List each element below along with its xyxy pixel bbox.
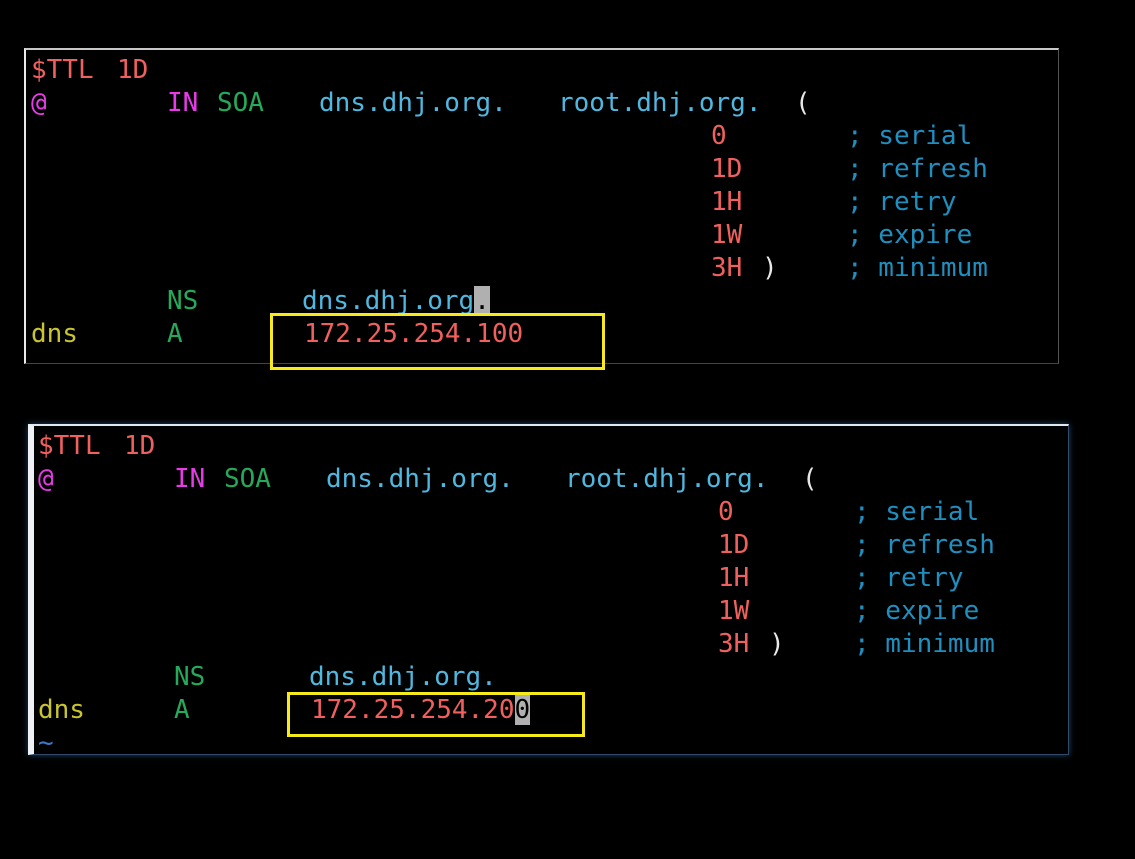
- timer-line: 0 ; serial: [26, 120, 972, 153]
- terminal-window-bottom[interactable]: $TTL 1D @ IN SOA dns.dhj.org. root.dhj.o…: [28, 424, 1069, 758]
- timer-comment: ; retry: [854, 563, 964, 593]
- timer-comment: ; retry: [847, 187, 957, 217]
- ttl-directive: $TTL: [38, 431, 101, 461]
- soa-line: @ IN SOA dns.dhj.org. root.dhj.org. (: [26, 87, 811, 120]
- timer-comment: ; refresh: [854, 530, 995, 560]
- soa-type: SOA: [224, 464, 271, 494]
- timer-comment: ; minimum: [847, 253, 988, 283]
- soa-line: @ IN SOA dns.dhj.org. root.dhj.org. (: [34, 463, 818, 496]
- ip-highlight-box: [287, 692, 585, 737]
- ttl-directive: $TTL: [31, 55, 94, 85]
- soa-type: SOA: [217, 88, 264, 118]
- a-record-host: dns: [38, 695, 85, 725]
- timer-value: 1H: [711, 187, 743, 217]
- record-class: IN: [167, 88, 199, 118]
- open-paren: (: [802, 464, 818, 494]
- timer-line: 1D ; refresh: [26, 153, 988, 186]
- timer-value: 3H: [711, 253, 743, 283]
- ns-record-value: dns.dhj.org.: [309, 662, 497, 692]
- timer-line: 1D ; refresh: [34, 529, 995, 562]
- ns-record-type: NS: [167, 286, 199, 316]
- a-record-host: dns: [31, 319, 78, 349]
- a-record-type: A: [167, 319, 183, 349]
- a-record-line: dns A 172.25.254.200: [34, 694, 531, 727]
- timer-value: 1H: [718, 563, 750, 593]
- terminal-window-top[interactable]: $TTL 1D @ IN SOA dns.dhj.org. root.dhj.o…: [24, 48, 1059, 370]
- a-record-line: dns A 172.25.254.100: [26, 318, 523, 351]
- empty-line: ~: [34, 727, 97, 760]
- ns-record-line: NS dns.dhj.org.: [34, 661, 497, 694]
- origin-symbol: @: [38, 464, 54, 494]
- close-paren: ): [769, 629, 785, 659]
- origin-symbol: @: [31, 88, 47, 118]
- admin-email: root.dhj.org.: [558, 88, 762, 118]
- timer-comment: ; expire: [847, 220, 973, 250]
- timer-value: 1D: [718, 530, 750, 560]
- timer-line: 1H ; retry: [26, 186, 957, 219]
- admin-email: root.dhj.org.: [565, 464, 769, 494]
- timer-line: 1H ; retry: [34, 562, 964, 595]
- record-class: IN: [174, 464, 206, 494]
- open-paren: (: [795, 88, 811, 118]
- timer-comment: ; expire: [854, 596, 980, 626]
- timer-value: 1D: [711, 154, 743, 184]
- ttl-value: 1D: [124, 431, 156, 461]
- ttl-value: 1D: [117, 55, 149, 85]
- a-record-type: A: [174, 695, 190, 725]
- timer-line: 3H ) ; minimum: [34, 628, 995, 661]
- text-cursor: .: [474, 286, 490, 316]
- ns-record-type: NS: [174, 662, 206, 692]
- timer-line: 1W ; expire: [26, 219, 972, 252]
- ip-highlight-box: [270, 313, 605, 370]
- timer-line: 0 ; serial: [34, 496, 979, 529]
- primary-nameserver: dns.dhj.org.: [326, 464, 514, 494]
- timer-comment: ; refresh: [847, 154, 988, 184]
- primary-nameserver: dns.dhj.org.: [319, 88, 507, 118]
- timer-value: 1W: [718, 596, 750, 626]
- close-paren: ): [762, 253, 778, 283]
- empty-line-marker: ~: [38, 728, 54, 758]
- timer-line: 1W ; expire: [34, 595, 979, 628]
- timer-comment: ; serial: [854, 497, 980, 527]
- timer-line: 3H ) ; minimum: [26, 252, 988, 285]
- timer-value: 1W: [711, 220, 743, 250]
- ns-record-line: NS dns.dhj.org.: [26, 285, 490, 318]
- timer-value: 3H: [718, 629, 750, 659]
- ttl-line: $TTL 1D: [26, 54, 148, 87]
- ttl-line: $TTL 1D: [34, 430, 155, 463]
- timer-comment: ; serial: [847, 121, 973, 151]
- timer-value: 0: [718, 497, 734, 527]
- timer-value: 0: [711, 121, 727, 151]
- timer-comment: ; minimum: [854, 629, 995, 659]
